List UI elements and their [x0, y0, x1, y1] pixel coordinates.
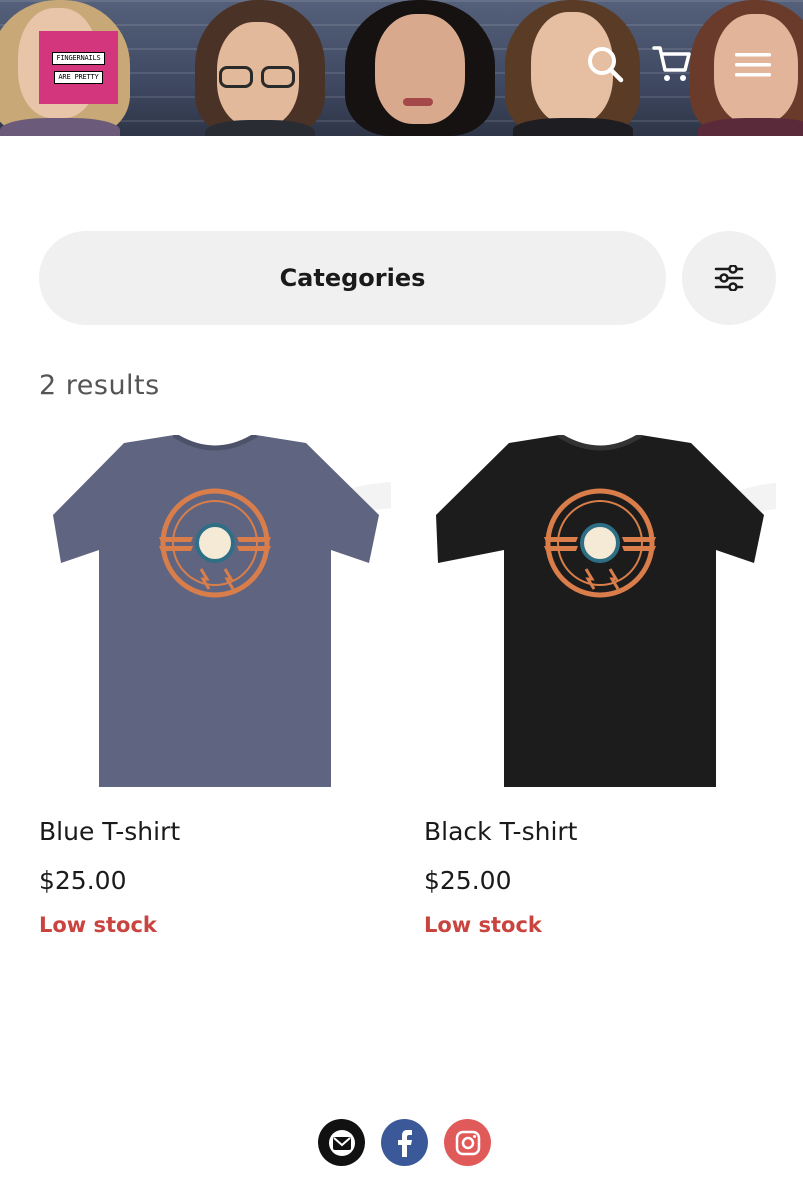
- site-logo[interactable]: FINGERNAILS ARE PRETTY: [39, 31, 118, 104]
- product-name[interactable]: Black T-shirt: [424, 817, 776, 846]
- banner-person: [345, 0, 495, 136]
- banner-person: [195, 0, 325, 136]
- tshirt-shape: [53, 435, 379, 787]
- product-image[interactable]: [39, 435, 391, 787]
- logo-text-line-2: ARE PRETTY: [54, 70, 103, 84]
- product-price: $25.00: [39, 866, 127, 895]
- stock-badge: Low stock: [39, 913, 157, 937]
- sliders-icon: [714, 265, 744, 291]
- product-card[interactable]: Black T-shirt $25.00 Low stock: [424, 435, 776, 937]
- categories-label: Categories: [279, 264, 426, 292]
- email-icon[interactable]: [318, 1119, 365, 1166]
- header-banner: FINGERNAILS ARE PRETTY: [0, 0, 803, 136]
- results-count: 2 results: [39, 370, 160, 401]
- product-price: $25.00: [424, 866, 512, 895]
- facebook-icon[interactable]: [381, 1119, 428, 1166]
- stock-badge: Low stock: [424, 913, 542, 937]
- filter-button[interactable]: [682, 231, 776, 325]
- logo-text-line-1: FINGERNAILS: [52, 51, 105, 65]
- cart-icon[interactable]: [652, 44, 692, 84]
- instagram-icon[interactable]: [444, 1119, 491, 1166]
- categories-button[interactable]: Categories: [39, 231, 666, 325]
- menu-icon[interactable]: [733, 44, 773, 84]
- search-icon[interactable]: [585, 44, 625, 84]
- tshirt-shape: [436, 435, 764, 787]
- product-image[interactable]: [424, 435, 776, 787]
- social-links: [0, 1119, 803, 1166]
- product-name[interactable]: Blue T-shirt: [39, 817, 391, 846]
- product-card[interactable]: Blue T-shirt $25.00 Low stock: [39, 435, 391, 937]
